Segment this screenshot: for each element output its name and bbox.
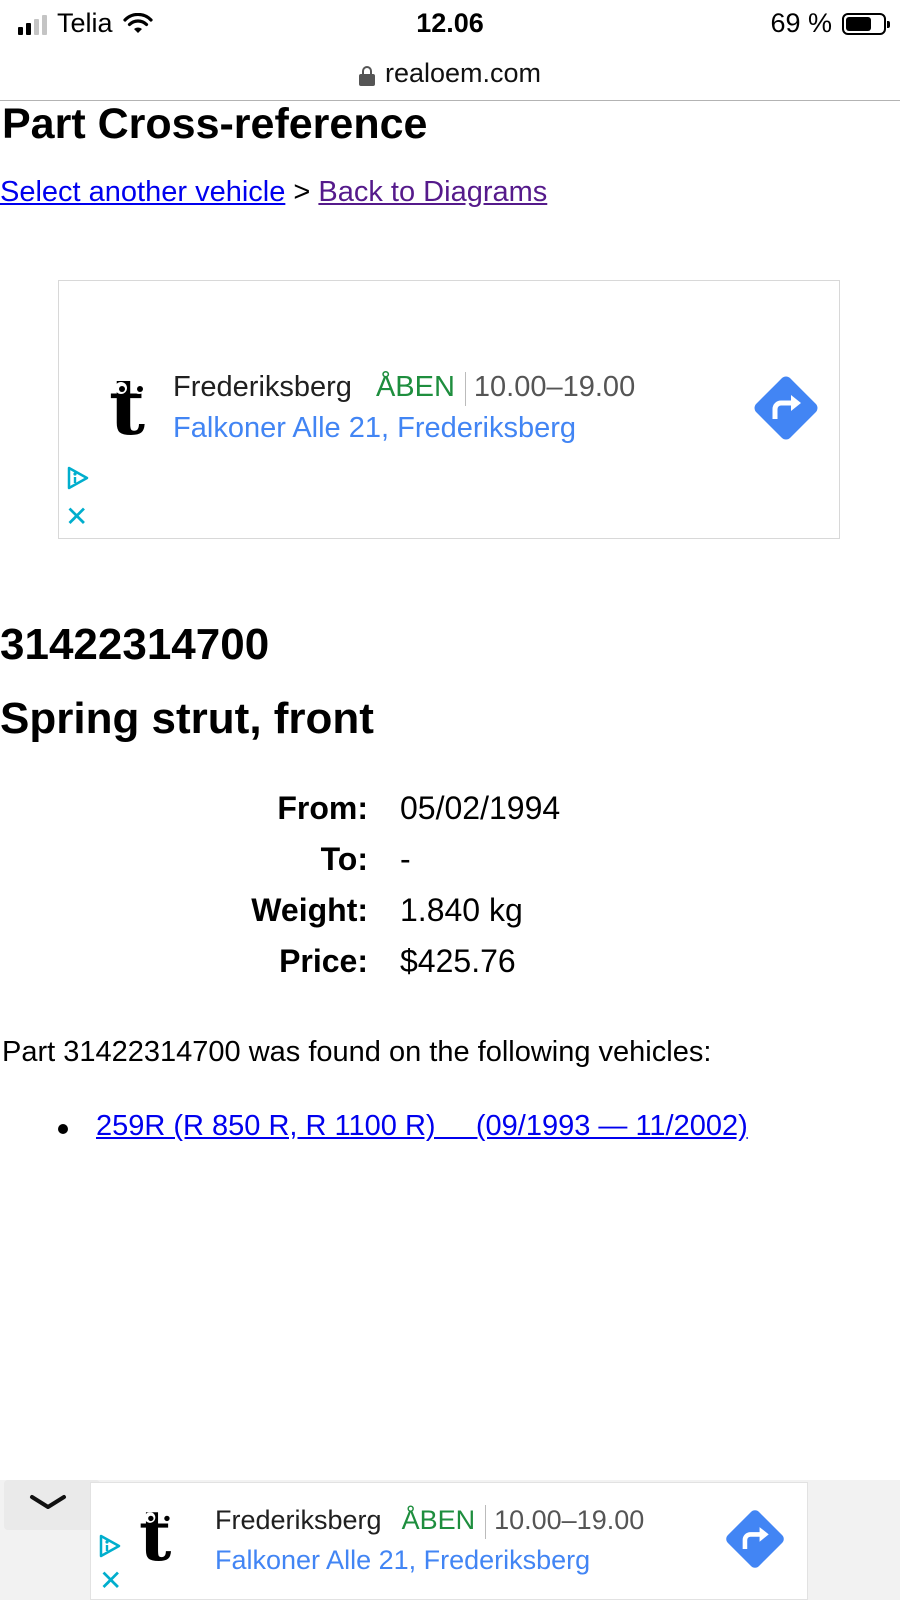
- ad-open-status: ÅBEN: [375, 371, 455, 404]
- t-logo-eyes: [144, 1512, 172, 1523]
- ad-choices-icon[interactable]: [97, 1533, 123, 1559]
- select-another-vehicle-link[interactable]: Select another vehicle: [0, 176, 285, 208]
- ad-divider: [485, 1505, 487, 1539]
- ad-open-status: ÅBEN: [401, 1505, 476, 1536]
- t-logo-letter: t: [139, 1494, 172, 1577]
- detail-value: -: [400, 841, 411, 877]
- detail-value: $425.76: [400, 943, 516, 979]
- vehicle-list: 259R (R 850 R, R 1100 R) (09/1993 — 11/2…: [0, 1110, 748, 1143]
- lock-icon: [358, 66, 375, 86]
- battery-percentage: 69 %: [770, 8, 832, 38]
- detail-row-to: To: -: [0, 841, 900, 892]
- ad-address[interactable]: Falkoner Alle 21, Frederiksberg: [173, 412, 635, 445]
- directions-icon[interactable]: [723, 1507, 787, 1571]
- ad-text[interactable]: Frederiksberg ÅBEN 10.00–19.00 Falkoner Al…: [173, 371, 635, 444]
- bottom-ad-bar: t Frederiksberg ÅBEN 10.00–19.00 Falkoner …: [0, 1480, 900, 1600]
- ad-address[interactable]: Falkoner Alle 21, Frederiksberg: [215, 1545, 644, 1576]
- detail-value: 05/02/1994: [400, 790, 561, 826]
- part-name: Spring strut, front: [0, 694, 374, 743]
- url-text[interactable]: realoem.com: [385, 58, 541, 89]
- ad-hours: 10.00–19.00: [473, 371, 636, 404]
- battery-icon: [842, 12, 890, 35]
- detail-value: 1.840 kg: [400, 892, 523, 928]
- ad-content[interactable]: t Frederiksberg ÅBEN 10.00–19.00 Falkoner …: [109, 369, 635, 447]
- directions-icon[interactable]: [751, 373, 821, 443]
- t-logo-eyes: [115, 382, 145, 394]
- ad-store-name[interactable]: Frederiksberg: [173, 371, 352, 403]
- ad-choices-icon[interactable]: [65, 465, 91, 491]
- chevron-down-icon: [30, 1495, 66, 1509]
- close-icon[interactable]: ✕: [99, 1567, 122, 1595]
- collapse-ad-button[interactable]: [4, 1480, 100, 1530]
- ad-banner[interactable]: t Frederiksberg ÅBEN 10.00–19.00 Falkoner …: [58, 280, 840, 539]
- status-bar-right: 69 %: [770, 8, 890, 39]
- back-to-diagrams-link[interactable]: Back to Diagrams: [318, 176, 547, 208]
- t-logo: t: [139, 1501, 172, 1571]
- address-bar[interactable]: realoem.com: [0, 46, 900, 101]
- detail-row-from: From: 05/02/1994: [0, 790, 900, 841]
- bottom-ad-banner[interactable]: t Frederiksberg ÅBEN 10.00–19.00 Falkoner …: [90, 1482, 808, 1600]
- part-details: From: 05/02/1994 To: - Weight: 1.840 kg …: [0, 790, 900, 994]
- status-bar: Telia 12.06 69 %: [0, 0, 900, 48]
- detail-label: To:: [320, 841, 368, 877]
- ad-hours: 10.00–19.00: [494, 1505, 645, 1536]
- breadcrumb-separator: >: [293, 176, 311, 208]
- detail-label: Price:: [279, 943, 368, 979]
- found-on-text: Part 31422314700 was found on the follow…: [2, 1036, 712, 1068]
- list-item: 259R (R 850 R, R 1100 R) (09/1993 — 11/2…: [0, 1110, 748, 1143]
- t-logo: t: [109, 369, 145, 447]
- detail-label: Weight:: [251, 892, 368, 928]
- detail-row-weight: Weight: 1.840 kg: [0, 892, 900, 943]
- ad-store-name[interactable]: Frederiksberg: [215, 1505, 382, 1535]
- breadcrumb: Select another vehicle > Back to Diagram…: [0, 176, 547, 209]
- page-title: Part Cross-reference: [2, 100, 428, 148]
- part-number: 31422314700: [0, 620, 270, 669]
- battery-fill: [846, 16, 871, 31]
- clock: 12.06: [416, 8, 484, 38]
- bottom-ad-text[interactable]: Frederiksberg ÅBEN 10.00–19.00 Falkoner Al…: [215, 1505, 644, 1576]
- detail-label: From:: [277, 790, 368, 826]
- detail-row-price: Price: $425.76: [0, 943, 900, 994]
- vehicle-link[interactable]: 259R (R 850 R, R 1100 R) (09/1993 — 11/2…: [96, 1110, 748, 1142]
- t-logo-letter: t: [109, 362, 146, 453]
- close-icon[interactable]: ✕: [65, 503, 88, 531]
- ad-divider: [464, 371, 466, 406]
